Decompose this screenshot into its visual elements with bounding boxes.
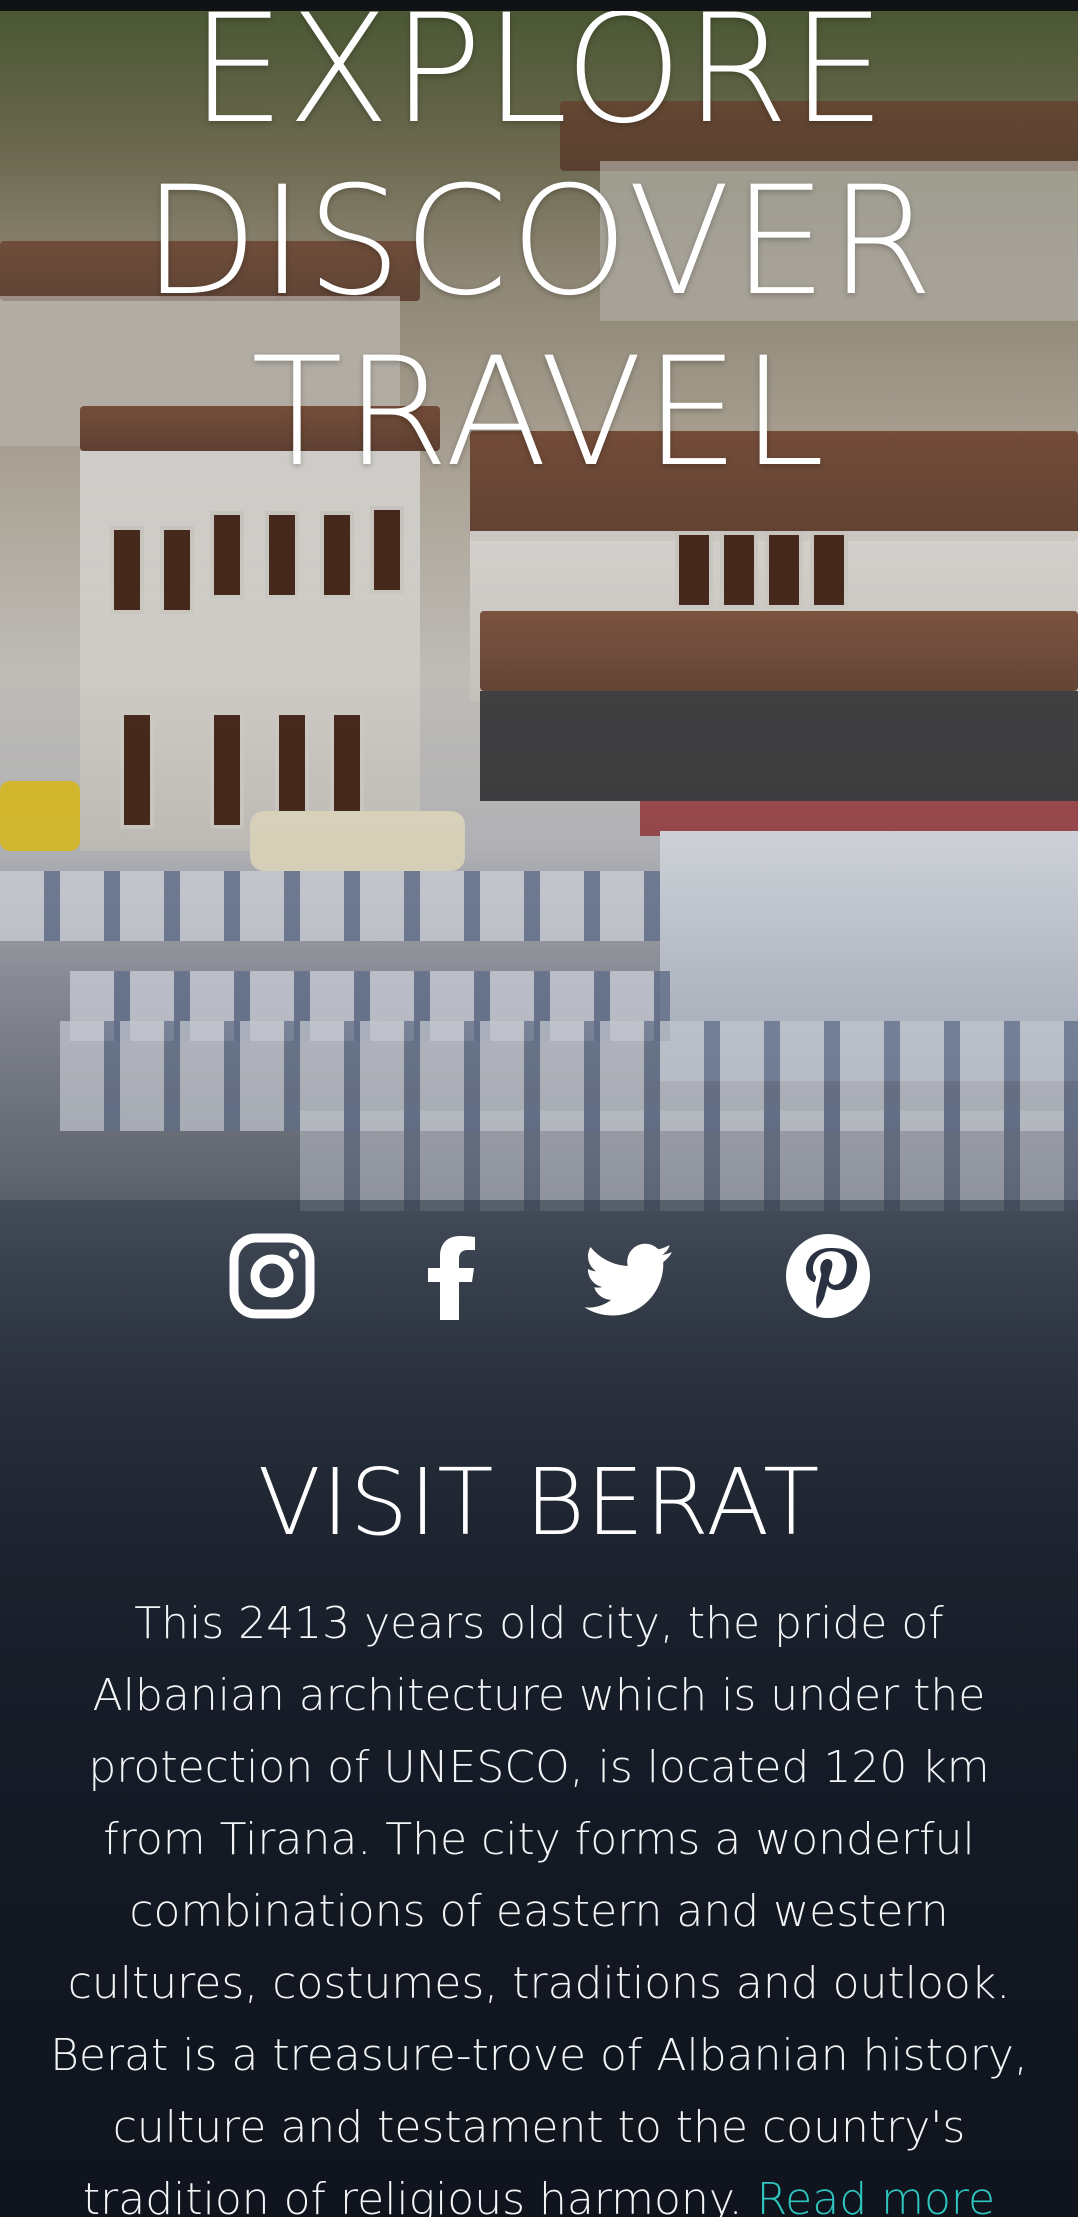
twitter-icon — [584, 1243, 672, 1316]
section-body-text: This 2413 years old city, the pride of A… — [50, 1598, 1028, 2217]
instagram-link[interactable] — [224, 1228, 320, 1324]
pinterest-link[interactable] — [780, 1228, 876, 1324]
section-title: VISIT BERAT — [257, 1449, 821, 1556]
instagram-icon — [229, 1233, 315, 1319]
pinterest-icon — [786, 1234, 870, 1318]
status-bar — [0, 0, 1078, 11]
headline-line-travel: TRAVEL — [251, 326, 827, 500]
section-description: This 2413 years old city, the pride of A… — [40, 1588, 1038, 2217]
facebook-link[interactable] — [404, 1228, 500, 1324]
headline-line-discover: DISCOVER — [142, 155, 936, 329]
social-links — [0, 1228, 1078, 1328]
facebook-icon — [428, 1236, 475, 1320]
twitter-link[interactable] — [584, 1228, 680, 1324]
read-more-link[interactable]: Read more — [757, 2174, 996, 2217]
app-screen: EXPLORE DISCOVER TRAVEL VISIT BERAT This… — [0, 0, 1078, 2217]
hero-content: EXPLORE DISCOVER TRAVEL VISIT BERAT This… — [0, 0, 1078, 2217]
headline-line-explore: EXPLORE — [190, 0, 888, 157]
